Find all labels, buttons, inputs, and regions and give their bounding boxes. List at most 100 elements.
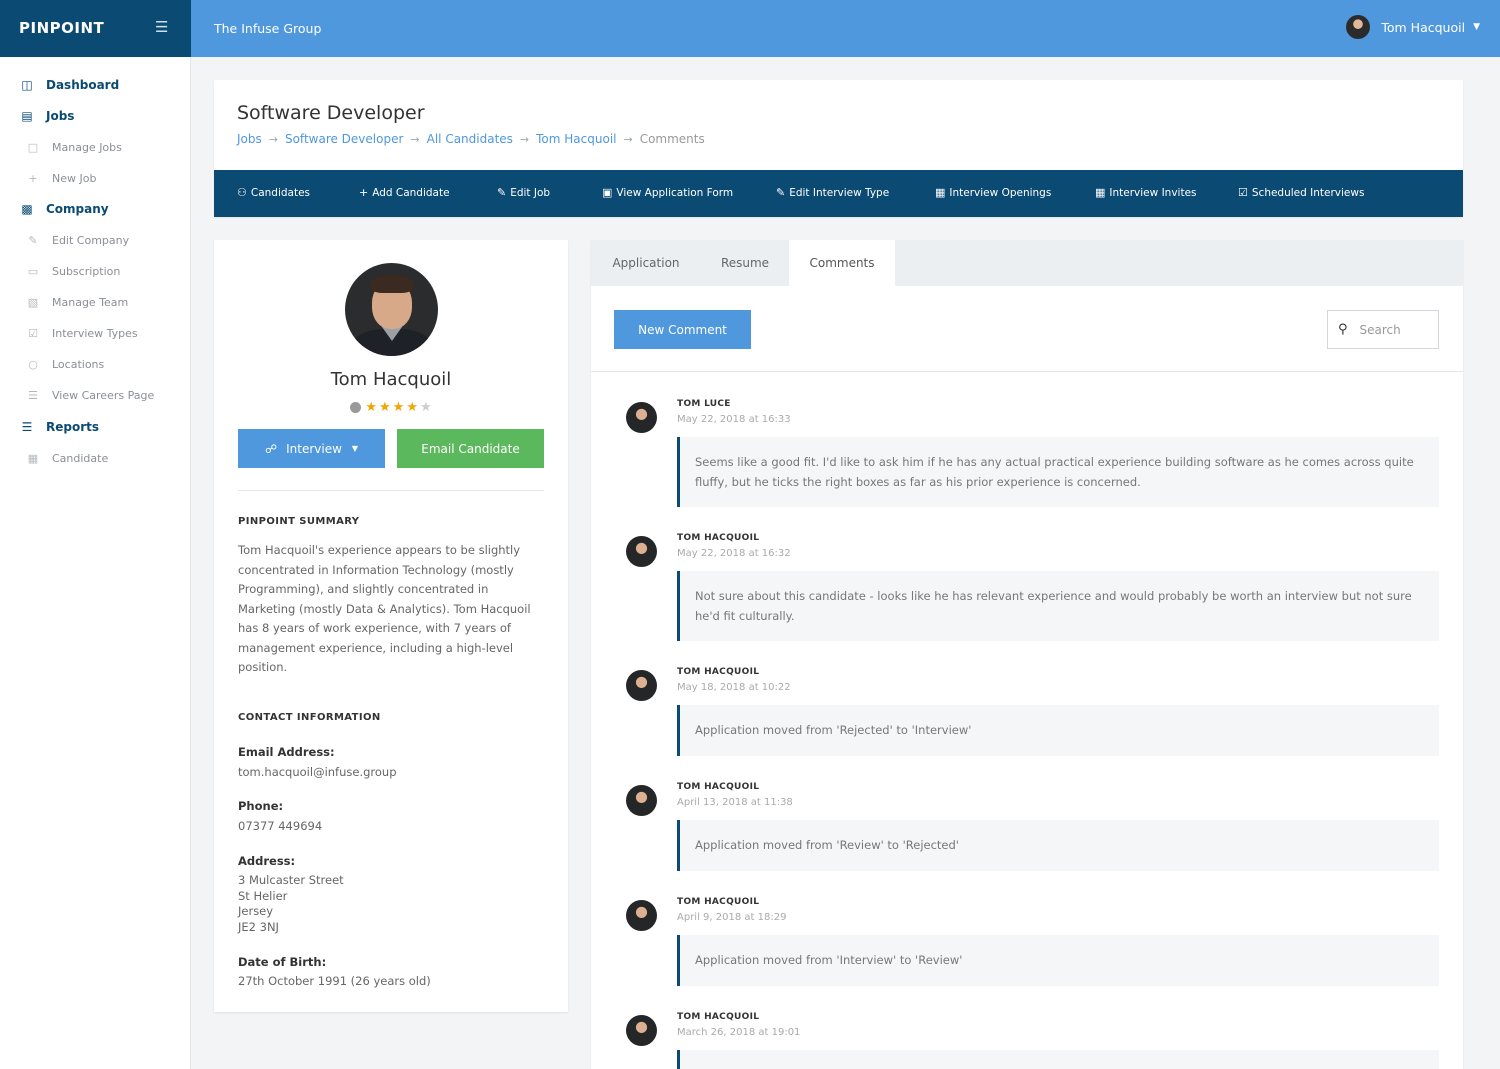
- organization-name: The Infuse Group: [214, 21, 322, 36]
- tab-interview-openings[interactable]: ▦ Interview Openings: [935, 186, 1051, 199]
- search-input[interactable]: ⚲ Search: [1327, 310, 1439, 349]
- user-menu[interactable]: Tom Hacquoil ▼: [1346, 15, 1480, 39]
- tab-resume[interactable]: Resume: [701, 240, 789, 286]
- tab-application[interactable]: Application: [591, 240, 701, 286]
- summary-text: Tom Hacquoil's experience appears to be …: [238, 543, 531, 674]
- breadcrumb-candidate[interactable]: Tom Hacquoil: [536, 132, 616, 146]
- sidebar-item-candidate[interactable]: ▦ Candidate: [26, 448, 108, 468]
- comment-date: May 18, 2018 at 10:22: [677, 682, 791, 693]
- sidebar-item-dashboard[interactable]: ◫ Dashboard: [20, 75, 119, 95]
- commenter-avatar: [626, 1015, 657, 1046]
- commenter-avatar: [626, 900, 657, 931]
- handshake-icon: ☍: [264, 441, 278, 456]
- email-candidate-button[interactable]: Email Candidate: [397, 429, 544, 468]
- page-title: Software Developer: [237, 102, 425, 124]
- tab-comments[interactable]: Comments: [789, 240, 895, 286]
- tab-label: Interview Openings: [949, 186, 1052, 199]
- star-filled-icon[interactable]: ★: [406, 400, 418, 415]
- candidate-rating[interactable]: ★ ★ ★ ★ ★: [214, 400, 568, 415]
- star-filled-icon[interactable]: ★: [365, 400, 377, 415]
- window-icon: ▣: [602, 186, 613, 199]
- commenter-avatar: [626, 785, 657, 816]
- comment-date: April 13, 2018 at 11:38: [677, 797, 793, 808]
- phone-value: 07377 449694: [238, 819, 323, 833]
- arrow-right-icon: →: [623, 132, 633, 146]
- sidebar-item-label: Manage Jobs: [52, 140, 122, 154]
- sidebar-item-label: Candidate: [52, 451, 109, 465]
- dob-value: 27th October 1991 (26 years old): [238, 974, 431, 988]
- sidebar-item-subscription[interactable]: ▭ Subscription: [26, 261, 121, 281]
- job-header: Software Developer Jobs → Software Devel…: [214, 80, 1463, 217]
- map-pin-icon: ○: [28, 357, 38, 371]
- comments-panel: Application Resume Comments New Comment …: [591, 240, 1463, 1069]
- sidebar-item-label: Locations: [52, 357, 105, 371]
- brand-logo[interactable]: PINPOINT: [19, 19, 104, 37]
- tab-label: Interview Invites: [1109, 186, 1197, 199]
- commenter-avatar: [626, 670, 657, 701]
- sidebar-item-company[interactable]: ▩ Company: [20, 199, 108, 219]
- sidebar-item-locations[interactable]: ○ Locations: [26, 354, 104, 374]
- checklist-icon: ☑: [28, 326, 38, 340]
- breadcrumb-job[interactable]: Software Developer: [285, 132, 403, 146]
- breadcrumb-jobs[interactable]: Jobs: [237, 132, 262, 146]
- tab-interview-invites[interactable]: ▦ Interview Invites: [1095, 186, 1197, 199]
- sidebar-item-reports[interactable]: ☰ Reports: [20, 417, 99, 437]
- arrow-right-icon: →: [519, 132, 530, 146]
- sidebar: [0, 0, 191, 1069]
- database-icon: ☰: [21, 420, 33, 434]
- user-avatar: [1346, 15, 1371, 39]
- star-filled-icon[interactable]: ★: [393, 400, 405, 415]
- sidebar-item-edit-company[interactable]: ✎ Edit Company: [26, 230, 129, 250]
- comment-author: TOM HACQUOIL: [677, 533, 760, 543]
- star-filled-icon[interactable]: ★: [379, 400, 391, 415]
- plus-icon: +: [28, 171, 38, 185]
- commenter-avatar: [626, 402, 657, 433]
- phone-label: Phone:: [238, 799, 284, 813]
- building-icon: ▩: [21, 202, 33, 216]
- tab-candidates[interactable]: ⚇ Candidates: [237, 186, 310, 199]
- sidebar-item-label: Jobs: [46, 109, 75, 123]
- sidebar-item-label: Interview Types: [52, 326, 138, 340]
- sidebar-item-view-careers-page[interactable]: ☰ View Careers Page: [26, 385, 154, 405]
- email-value[interactable]: tom.hacquoil@infuse.group: [238, 765, 397, 781]
- tab-label: Scheduled Interviews: [1251, 186, 1365, 199]
- divider: [238, 490, 544, 491]
- address-label: Address:: [238, 854, 296, 868]
- candidate-profile: Tom Hacquoil ★ ★ ★ ★ ★ ☍ Interview ▼ Email C…: [214, 240, 568, 1012]
- tab-add-candidate[interactable]: + Add Candidate: [359, 186, 450, 199]
- new-comment-button[interactable]: New Comment: [614, 310, 751, 349]
- star-empty-icon[interactable]: ★: [420, 400, 432, 415]
- tab-edit-interview-type[interactable]: ✎ Edit Interview Type: [776, 186, 889, 199]
- sidebar-item-manage-jobs[interactable]: □ Manage Jobs: [26, 137, 122, 157]
- sidebar-item-new-job[interactable]: + New Job: [26, 168, 96, 188]
- money-icon: ▭: [27, 264, 39, 278]
- search-icon: ⚲: [1338, 322, 1348, 337]
- job-tabbar: ⚇ Candidates + Add Candidate ✎ Edit Job ▣ Vi…: [214, 170, 1463, 217]
- monitor-icon: ◫: [21, 78, 33, 92]
- hamburger-icon[interactable]: ☰: [155, 20, 169, 35]
- top-bar: The Infuse Group Tom Hacquoil ▼: [191, 0, 1500, 57]
- contact-title: CONTACT INFORMATION: [238, 712, 381, 723]
- tab-view-application-form[interactable]: ▣ View Application Form: [602, 186, 733, 199]
- tab-label: View Application Form: [616, 186, 734, 199]
- comment-body: Application moved from 'Rejected' to 'In…: [677, 705, 1439, 756]
- comment-body: [677, 1050, 1439, 1069]
- dob-label: Date of Birth:: [238, 955, 327, 969]
- sidebar-item-manage-team[interactable]: ▧ Manage Team: [26, 292, 128, 312]
- sidebar-item-interview-types[interactable]: ☑ Interview Types: [26, 323, 138, 343]
- brand-header: PINPOINT ☰: [0, 0, 191, 57]
- arrow-right-icon: →: [410, 132, 420, 146]
- comment-author: TOM LUCE: [677, 399, 731, 409]
- stage-dropdown-button[interactable]: ☍ Interview ▼: [238, 429, 385, 468]
- tab-scheduled-interviews[interactable]: ☑ Scheduled Interviews: [1238, 186, 1364, 199]
- breadcrumb-candidates[interactable]: All Candidates: [427, 132, 513, 146]
- address-line: St Helier: [238, 889, 288, 903]
- calendar-icon: ▦: [935, 186, 946, 199]
- address-line: 3 Mulcaster Street: [238, 873, 344, 887]
- clear-rating-icon[interactable]: [350, 402, 362, 413]
- comment-body: Application moved from 'Review' to 'Reje…: [677, 820, 1439, 871]
- candidate-name: Tom Hacquoil: [330, 369, 452, 390]
- sidebar-item-jobs[interactable]: ▤ Jobs: [20, 106, 74, 126]
- tab-edit-job[interactable]: ✎ Edit Job: [497, 186, 550, 199]
- sidebar-item-label: Manage Team: [52, 295, 129, 309]
